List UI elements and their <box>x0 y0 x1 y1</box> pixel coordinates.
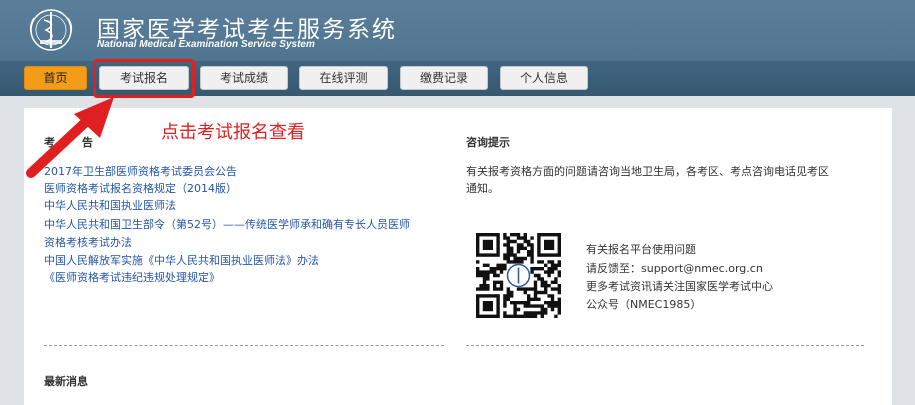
consult-tips-title: 咨询提示 <box>466 136 510 149</box>
qr-code-icon <box>476 233 561 318</box>
tab-online-assessment[interactable]: 在线评测 <box>299 66 388 90</box>
right-divider <box>466 345 864 346</box>
left-divider <box>44 345 444 346</box>
contact-line-3: 更多考试资讯请关注国家医学考试中心 <box>586 280 773 293</box>
nmec-logo-icon <box>29 9 73 51</box>
consult-desc-line-1: 有关报考资格方面的问题请咨询当地卫生局，各考区、考点咨询电话见考区 <box>466 165 829 178</box>
tab-payment-records[interactable]: 缴费记录 <box>400 66 488 90</box>
link-violation-rules[interactable]: 《医师资格考试违纪违规处理规定》 <box>44 269 220 285</box>
tab-exam-scores[interactable]: 考试成绩 <box>200 66 288 90</box>
tab-home[interactable]: 首页 <box>24 66 87 90</box>
consult-desc-line-2: 通知。 <box>466 182 499 195</box>
contact-line-1: 有关报名平台使用问题 <box>586 243 696 256</box>
link-ministry-order-52-cont[interactable]: 资格考核考试办法 <box>44 234 132 250</box>
site-subtitle: National Medical Examination Service Sys… <box>97 39 315 50</box>
latest-news-title: 最新消息 <box>44 375 88 388</box>
registration-highlight-box <box>93 59 195 98</box>
link-physician-law[interactable]: 中华人民共和国执业医师法 <box>44 197 176 213</box>
annotation-text: 点击考试报名查看 <box>161 122 305 143</box>
contact-line-4: 公众号（NMEC1985） <box>586 298 702 311</box>
red-arrow-icon <box>26 97 114 178</box>
link-pla-implementation[interactable]: 中国人民解放军实施《中华人民共和国执业医师法》办法 <box>44 252 319 268</box>
tab-personal-info[interactable]: 个人信息 <box>500 66 588 90</box>
contact-line-2: 请反馈至：support@nmec.org.cn <box>586 262 763 275</box>
link-ministry-order-52[interactable]: 中华人民共和国卫生部令（第52号）——传统医学师承和确有专长人员医师 <box>44 216 410 232</box>
